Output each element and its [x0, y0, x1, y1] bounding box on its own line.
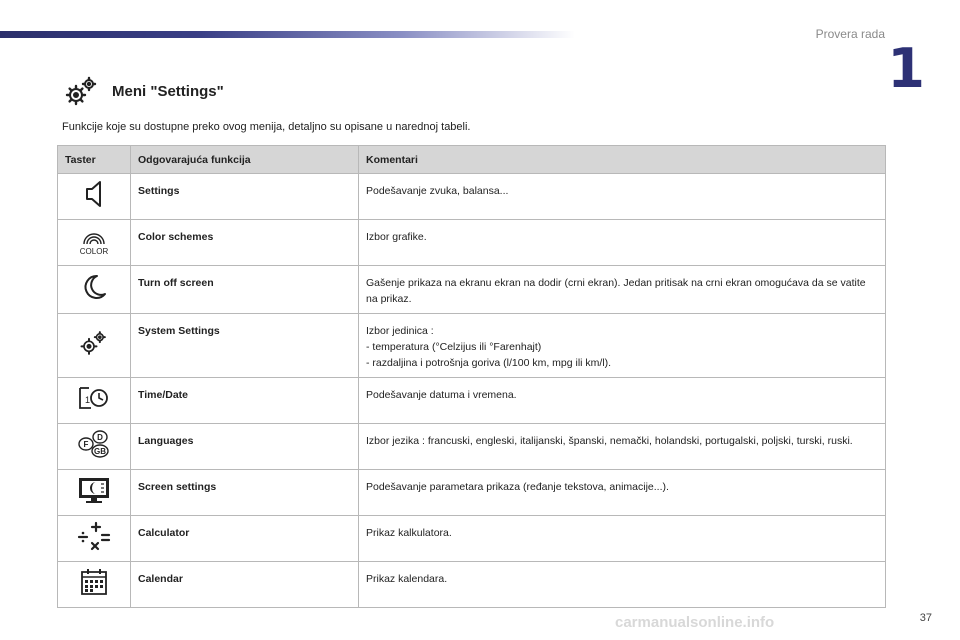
comment-cell: Podešavanje parametara prikaza (ređanje … — [358, 469, 886, 516]
function-cell: System Settings — [130, 313, 359, 378]
function-cell: Calendar — [130, 561, 359, 608]
lang-label-d: D — [97, 433, 103, 442]
settings-table: Taster Odgovarajuća funkcija Komentari S… — [57, 145, 886, 608]
page-title: Meni "Settings" — [112, 82, 224, 100]
section-heading: Meni "Settings" — [64, 76, 224, 106]
icon-cell — [57, 469, 131, 516]
function-cell: Time/Date — [130, 377, 359, 424]
icon-cell — [57, 265, 131, 314]
comment-cell: Izbor jezika : francuski, engleski, ital… — [358, 423, 886, 470]
color-rainbow-icon: COLOR — [72, 233, 116, 258]
clock-calendar-icon: 1 — [77, 387, 111, 415]
calculator-icon — [76, 521, 112, 555]
table-row: Screen settings Podešavanje parametara p… — [57, 469, 886, 516]
function-cell: Color schemes — [130, 219, 359, 266]
screen-settings-icon — [76, 478, 112, 508]
table-row: Calculator Prikaz kalkulatora. — [57, 515, 886, 562]
date-icon-label: 1 — [85, 395, 90, 405]
gears-icon — [64, 76, 100, 106]
icon-cell: COLOR — [57, 219, 131, 266]
gears-icon — [79, 331, 109, 361]
comment-line: - razdaljina i potrošnja goriva (l/100 k… — [366, 357, 612, 369]
comment-cell: Prikaz kalkulatora. — [358, 515, 886, 562]
table-row: 1 Time/Date Podešavanje datuma i vremena… — [57, 377, 886, 424]
icon-cell — [57, 173, 131, 220]
lang-label-f: F — [84, 440, 89, 449]
table-row: COLOR Color schemes Izbor grafike. — [57, 219, 886, 266]
color-icon-label: COLOR — [80, 247, 109, 255]
icon-cell — [57, 561, 131, 608]
languages-icon: D F GB — [74, 430, 114, 463]
icon-cell — [57, 313, 131, 378]
comment-cell: Podešavanje datuma i vremena. — [358, 377, 886, 424]
speaker-icon — [82, 181, 106, 212]
column-header-comment: Komentari — [358, 145, 886, 174]
comment-line: - temperatura (°Celzijus ili °Farenhajt) — [366, 341, 542, 353]
table-row: Settings Podešavanje zvuka, balansa... — [57, 173, 886, 220]
function-cell: Screen settings — [130, 469, 359, 516]
table-row: System Settings Izbor jedinica : - tempe… — [57, 313, 886, 378]
table-row: Turn off screen Gašenje prikaza na ekran… — [57, 265, 886, 314]
header-bar — [0, 31, 575, 38]
column-header-function: Odgovarajuća funkcija — [130, 145, 359, 174]
watermark: carmanualsonline.info — [615, 614, 775, 631]
comment-cell: Podešavanje zvuka, balansa... — [358, 173, 886, 220]
function-cell: Languages — [130, 423, 359, 470]
column-header-taster: Taster — [57, 145, 131, 174]
intro-text: Funkcije koje su dostupne preko ovog men… — [62, 121, 471, 133]
table-row: Calendar Prikaz kalendara. — [57, 561, 886, 608]
table-header-row: Taster Odgovarajuća funkcija Komentari — [57, 145, 886, 174]
comment-line: Izbor jedinica : — [366, 325, 434, 337]
function-cell: Calculator — [130, 515, 359, 562]
comment-cell: Gašenje prikaza na ekranu ekran na dodir… — [358, 265, 886, 314]
table-row: D F GB Languages Izbor jezika : francusk… — [57, 423, 886, 470]
comment-cell: Izbor jedinica : - temperatura (°Celziju… — [358, 313, 886, 378]
icon-cell — [57, 515, 131, 562]
chapter-number: 1 — [887, 37, 925, 100]
page-number: 37 — [919, 612, 932, 624]
moon-icon — [79, 274, 109, 305]
comment-cell: Izbor grafike. — [358, 219, 886, 266]
comment-cell: Prikaz kalendara. — [358, 561, 886, 608]
calendar-icon — [78, 569, 110, 600]
function-cell: Settings — [130, 173, 359, 220]
function-cell: Turn off screen — [130, 265, 359, 314]
lang-label-gb: GB — [94, 447, 106, 456]
icon-cell: 1 — [57, 377, 131, 424]
section-label: Provera rada — [815, 27, 885, 41]
icon-cell: D F GB — [57, 423, 131, 470]
